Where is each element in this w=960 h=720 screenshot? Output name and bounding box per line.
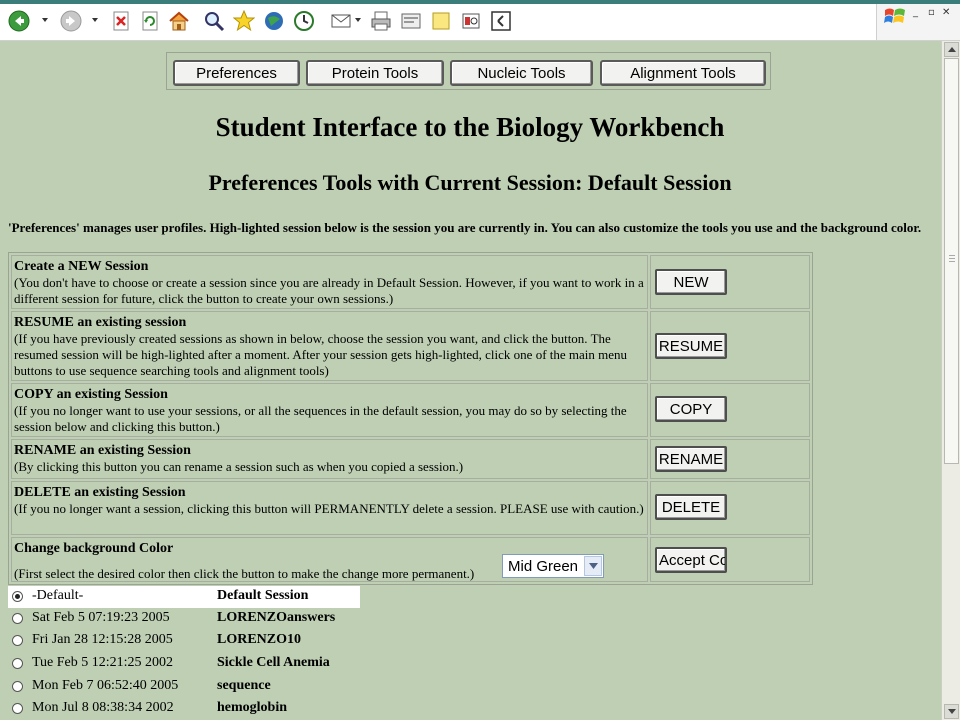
button-cell: DELETE [650,481,810,535]
action-description: (By clicking this button you can rename … [14,459,464,474]
research-icon[interactable] [460,10,482,32]
session-name: Sickle Cell Anemia [217,655,330,670]
session-date: Tue Feb 5 12:21:25 2002 [32,655,174,670]
session-radio[interactable] [12,591,23,602]
action-cell: COPY an existing Session (If you no long… [11,383,648,437]
session-name: LORENZO10 [217,632,302,647]
select-value: Mid Green [508,558,579,575]
intro-text: 'Preferences' manages user profiles. Hig… [8,220,922,235]
print-icon[interactable] [370,10,392,32]
page-subtitle: Preferences Tools with Current Session: … [208,170,732,195]
session-date: Fri Jan 28 12:15:28 2005 [32,632,173,647]
restore-button[interactable]: ▫ [928,7,935,18]
windows-logo-icon [884,6,906,31]
vertical-scrollbar[interactable] [941,41,960,720]
session-date: Mon Jul 8 08:38:34 2002 [32,700,174,715]
discuss-icon[interactable] [430,10,452,32]
session-name: Default Session [217,588,309,603]
session-name: LORENZOanswers [217,610,336,625]
button-cell: NEW [650,255,810,309]
close-button[interactable]: ✕ [942,7,950,18]
session-radio[interactable] [12,681,23,692]
protein-tools-button[interactable]: Protein Tools [306,60,444,86]
mail-dropdown-icon[interactable] [355,18,361,22]
action-cell: RENAME an existing Session (By clicking … [11,439,648,479]
session-row[interactable]: Mon Jul 8 08:38:34 2002 hemoglobin [8,698,360,720]
session-row[interactable]: Fri Jan 28 12:15:28 2005 LORENZO10 [8,630,360,652]
action-description: (If you have previously created sessions… [14,331,628,378]
mail-icon[interactable] [330,10,352,32]
main-nav: Preferences Protein Tools Nucleic Tools … [166,52,771,90]
session-radio[interactable] [12,703,23,714]
button-cell: Accept Co [650,537,810,582]
session-name: sequence [217,678,271,693]
action-cell: Create a NEW Session (You don't have to … [11,255,648,309]
new-session-button[interactable]: NEW [655,269,727,295]
session-row[interactable]: Mon Feb 7 06:52:40 2005 sequence [8,676,360,698]
action-description: (If you no longer want to use your sessi… [14,403,627,434]
media-icon[interactable] [263,10,285,32]
button-cell: RESUME [650,311,810,381]
session-actions-table: Create a NEW Session (You don't have to … [8,252,813,585]
session-radio[interactable] [12,658,23,669]
session-row[interactable]: Tue Feb 5 12:21:25 2002 Sickle Cell Anem… [8,653,360,675]
scrollbar-thumb[interactable] [944,58,959,464]
action-row-rename: RENAME an existing Session (By clicking … [11,439,810,479]
delete-session-button[interactable]: DELETE [655,494,727,520]
action-cell: DELETE an existing Session (If you no lo… [11,481,648,535]
rename-session-button[interactable]: RENAME [655,446,727,472]
action-title: RENAME an existing Session [14,443,191,458]
scroll-down-button[interactable] [944,704,959,719]
button-cell: COPY [650,383,810,437]
session-radio[interactable] [12,635,23,646]
back-dropdown-icon[interactable] [42,18,48,22]
action-row-copy: COPY an existing Session (If you no long… [11,383,810,437]
arrow-down-icon [948,709,956,714]
arrow-up-icon [948,47,956,52]
action-cell: RESUME an existing session (If you have … [11,311,648,381]
page-title: Student Interface to the Biology Workben… [215,112,725,142]
minimize-button[interactable]: _ [913,7,918,18]
action-row-resume: RESUME an existing session (If you have … [11,311,810,381]
copy-session-button[interactable]: COPY [655,396,727,422]
action-description: (If you no longer want a session, clicki… [14,501,644,516]
session-row[interactable]: Sat Feb 5 07:19:23 2005 LORENZOanswers [8,608,360,630]
back-icon[interactable] [8,10,30,32]
windows-corner: _ ▫ ✕ [876,4,960,40]
resume-session-button[interactable]: RESUME [655,333,727,359]
nucleic-tools-button[interactable]: Nucleic Tools [450,60,593,86]
forward-dropdown-icon[interactable] [92,18,98,22]
session-row[interactable]: -Default- Default Session [8,586,360,608]
action-row-new: Create a NEW Session (You don't have to … [11,255,810,309]
messenger-icon[interactable] [490,10,512,32]
action-title: RESUME an existing session [14,315,187,330]
home-icon[interactable] [168,10,190,32]
refresh-icon[interactable] [139,10,161,32]
edit-icon[interactable] [400,10,422,32]
action-title: DELETE an existing Session [14,485,186,500]
alignment-tools-button[interactable]: Alignment Tools [600,60,766,86]
stop-icon[interactable] [110,10,132,32]
session-date: -Default- [32,588,84,603]
forward-icon[interactable] [60,10,82,32]
action-title: COPY an existing Session [14,387,168,402]
browser-toolbar [0,4,960,41]
favorites-icon[interactable] [233,10,255,32]
action-row-delete: DELETE an existing Session (If you no lo… [11,481,810,535]
action-title: Create a NEW Session [14,259,149,274]
session-date: Sat Feb 5 07:19:23 2005 [32,610,170,625]
scroll-up-button[interactable] [944,42,959,57]
action-description: (You don't have to choose or create a se… [14,275,644,306]
session-radio[interactable] [12,613,23,624]
session-name: hemoglobin [217,700,288,715]
background-color-select[interactable]: Mid Green [502,554,604,578]
accept-color-button[interactable]: Accept Co [655,547,727,573]
action-row-color: Change background Color (First select th… [11,537,810,582]
preferences-button[interactable]: Preferences [173,60,300,86]
history-icon[interactable] [293,10,315,32]
button-cell: RENAME [650,439,810,479]
search-icon[interactable] [203,10,225,32]
session-date: Mon Feb 7 06:52:40 2005 [32,678,179,693]
chevron-down-icon[interactable] [584,556,602,576]
